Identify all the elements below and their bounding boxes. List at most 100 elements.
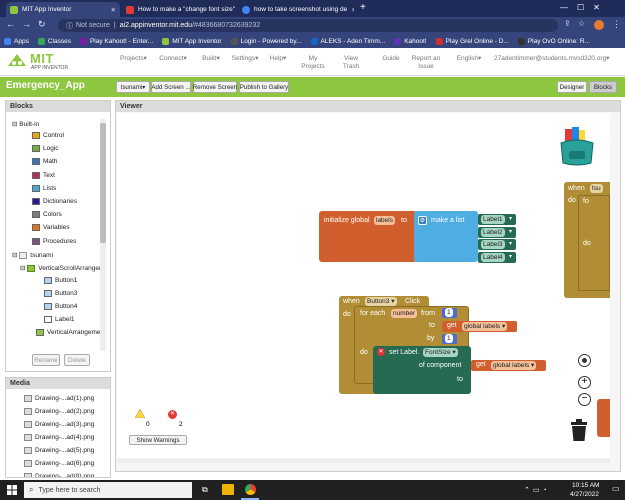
category-item[interactable]: Variables [32, 224, 70, 232]
bookmark-item[interactable]: Apps [4, 37, 29, 45]
remove-screen-button[interactable]: Remove Screen [193, 81, 237, 93]
delete-button[interactable]: Delete [64, 354, 90, 366]
show-warnings-button[interactable]: Show Warnings [129, 435, 187, 445]
component-dropdown[interactable]: Label2 [481, 227, 505, 237]
workspace-scrollbar[interactable] [117, 458, 610, 463]
component-item[interactable]: Label1 [44, 316, 75, 323]
component-item[interactable]: Button4 [44, 303, 77, 310]
tree-screen[interactable]: ⊟ tsunami [12, 251, 53, 259]
list-item-block[interactable]: Label2 ▾ [478, 226, 516, 238]
partial-when-block[interactable]: when tsu do fo do [564, 182, 610, 298]
media-file[interactable]: Drawing-...ad(2).png [24, 408, 94, 415]
media-file[interactable]: Drawing-...ad(8).png [24, 473, 94, 477]
set-label-fontsize-block[interactable]: ✕ set Label. FontSize ▾ of component to [373, 346, 471, 394]
rename-button[interactable]: Rename [32, 354, 60, 366]
taskbar-search-input[interactable]: ⌕ Type here to search [24, 482, 192, 498]
close-icon[interactable]: ✕ [235, 6, 236, 14]
forward-arrow-icon[interactable]: → [22, 19, 31, 29]
list-item-block[interactable]: Label3 ▾ [478, 239, 516, 250]
category-item[interactable]: Logic [32, 145, 59, 152]
component-dropdown[interactable]: Label1 [481, 215, 505, 224]
component-dropdown[interactable]: tsu [590, 184, 603, 193]
property-dropdown[interactable]: FontSize ▾ [423, 348, 458, 357]
partial-init-block[interactable] [597, 399, 610, 437]
tab-screenshot[interactable]: how to take screenshot using de ✕ [238, 2, 354, 17]
bookmark-item[interactable]: Play Kahoot! - Enter... [79, 37, 153, 45]
tray-icons[interactable]: ⌃▭◔ [524, 486, 550, 494]
media-file[interactable]: Drawing-...ad(5).png [24, 447, 94, 454]
menu-item[interactable]: Help▾ [267, 55, 289, 63]
ai-logo-icon[interactable] [6, 52, 28, 70]
menu-item[interactable]: English▾ [455, 55, 483, 63]
tab-mit-app-inventor[interactable]: MIT App Inventor ✕ [6, 2, 120, 17]
designer-button[interactable]: Designer [557, 81, 587, 93]
component-item[interactable]: Button3 [44, 290, 77, 297]
clock-date[interactable]: 4/27/2022 [570, 491, 599, 498]
from-value[interactable]: 1 [445, 308, 453, 317]
star-icon[interactable]: ☆ [578, 19, 585, 28]
trash-icon[interactable] [570, 419, 588, 441]
by-value[interactable]: 1 [445, 334, 453, 343]
blocks-workspace[interactable]: initialize global labels to ⚙ make a lis… [117, 113, 610, 463]
scrollbar[interactable] [100, 119, 106, 351]
menu-item[interactable]: Settings▾ [229, 55, 261, 63]
close-icon[interactable]: ✕ [107, 6, 116, 14]
backpack-icon[interactable] [557, 125, 597, 167]
by-number-block[interactable]: 1 [442, 334, 457, 344]
windows-start-icon[interactable] [7, 485, 17, 495]
task-view-icon[interactable]: ⧉ [202, 485, 208, 495]
category-item[interactable]: Colors [32, 211, 62, 218]
blocks-button[interactable]: Blocks [589, 81, 617, 93]
scrollbar-thumb[interactable] [100, 123, 106, 243]
error-icon[interactable]: ✕ [377, 348, 385, 356]
category-item[interactable]: Dictionaries [32, 198, 77, 205]
menu-item[interactable]: Report an Issue [405, 55, 447, 71]
recenter-icon[interactable] [578, 354, 591, 367]
component-item[interactable]: Button1 [44, 277, 77, 284]
category-item[interactable]: Procedures [32, 237, 76, 245]
close-icon[interactable]: ✕ [347, 6, 354, 14]
media-file[interactable]: Drawing-...ad(4).png [24, 434, 94, 441]
bookmark-item[interactable]: Kahoot! [394, 37, 427, 45]
menu-item[interactable]: Guide [380, 55, 402, 63]
zoom-in-icon[interactable]: + [578, 376, 591, 389]
tree-builtin[interactable]: ⊟ Built-in [12, 120, 39, 128]
category-item[interactable]: Text [32, 171, 55, 179]
menu-item[interactable]: Build▾ [198, 55, 224, 63]
list-item-block[interactable]: Label1 ▾ [478, 214, 516, 225]
back-arrow-icon[interactable]: ← [6, 19, 15, 29]
publish-gallery-button[interactable]: Publish to Gallery [239, 81, 289, 93]
chrome-icon[interactable] [244, 483, 257, 496]
var-dropdown[interactable]: global labels ▾ [462, 322, 508, 331]
menu-item[interactable]: My Projects [297, 55, 329, 71]
bookmark-item[interactable]: ALEKS - Aden Timm... [310, 37, 385, 45]
add-screen-button[interactable]: Add Screen ... [151, 81, 191, 93]
bookmark-item[interactable]: MIT App Inventor [162, 37, 222, 45]
component-dropdown[interactable]: Button3 ▾ [365, 297, 397, 306]
media-file[interactable]: Drawing-...ad(3).png [24, 421, 94, 428]
loop-var-field[interactable]: number [391, 309, 418, 318]
var-dropdown[interactable]: global labels ▾ [491, 361, 537, 370]
make-list-block[interactable]: ⚙ make a list [414, 211, 478, 262]
file-explorer-icon[interactable] [222, 484, 234, 495]
profile-avatar[interactable] [594, 20, 604, 30]
screen-select[interactable]: tsunami ▾ [116, 81, 150, 93]
tab-font-size[interactable]: How to make a "change font size" ✕ [122, 2, 236, 17]
from-number-block[interactable]: 1 [442, 308, 457, 318]
media-file[interactable]: Drawing-...ad(1).png [24, 395, 94, 402]
partial-for-block[interactable]: fo do [578, 195, 610, 291]
menu-item[interactable]: 27adentimmer@students.mvsd320.org▾ [494, 55, 609, 63]
get-global-labels-block-2[interactable]: get global labels ▾ [471, 360, 546, 371]
kebab-menu-icon[interactable]: ⋮ [612, 19, 621, 30]
component-dropdown[interactable]: Label3 [481, 240, 505, 249]
bookmark-item[interactable]: Play Grel Online - D... [435, 37, 509, 45]
media-file[interactable]: Drawing-...ad(6).png [24, 460, 94, 467]
component-item[interactable]: VerticalArrangemer [36, 329, 103, 336]
url-input[interactable]: ⓘ Not secure | ai2.appinventor.mit.edu /… [58, 19, 558, 32]
category-item[interactable]: Lists [32, 184, 56, 192]
list-item-block[interactable]: Label4 ▾ [478, 251, 516, 263]
share-icon[interactable]: ⇪ [564, 19, 571, 28]
component-dropdown[interactable]: Label4 [481, 252, 505, 262]
bookmark-item[interactable]: Classes [37, 37, 71, 45]
bookmark-item[interactable]: Play OvO Online: R... [517, 37, 590, 45]
